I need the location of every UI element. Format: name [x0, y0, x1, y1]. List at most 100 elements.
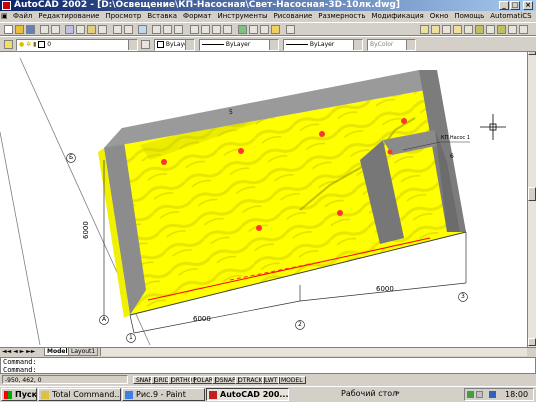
menu-dimension[interactable]: Размерность	[315, 11, 368, 22]
drawing-canvas[interactable]: 6000 6000 6000 А Б 2 3 1 КП Насос 1 5 6	[0, 47, 536, 347]
pan-icon[interactable]	[190, 25, 199, 34]
taskbar-item-paint[interactable]: Рис.9 - Paint	[122, 388, 205, 401]
hyperlink-icon[interactable]	[138, 25, 147, 34]
menu-help[interactable]: Помощь	[451, 11, 487, 22]
lamp-marker	[337, 210, 343, 216]
view-top-icon[interactable]	[453, 25, 462, 34]
window-title: AutoCAD 2002 - [D:\Освещение\КП-Насосная…	[14, 0, 400, 10]
lineweight-dropdown[interactable]: ByLayer	[283, 39, 363, 51]
clock[interactable]: 18:00	[505, 390, 528, 399]
redo-icon[interactable]	[124, 25, 133, 34]
desktop-toolbar-chevron-icon[interactable]: »	[395, 388, 400, 397]
linetype-value: ByLayer	[225, 41, 251, 48]
document-menu-icon[interactable]: ▣	[0, 11, 10, 22]
maximize-button[interactable]: □	[510, 1, 520, 10]
desktop-toolbar-label[interactable]: Рабочий стол	[341, 389, 397, 398]
wireframe-icon[interactable]	[442, 25, 451, 34]
chevron-down-icon	[406, 40, 415, 50]
layers-icon[interactable]	[4, 40, 13, 49]
command-history-line: Command:	[3, 358, 37, 366]
linetype-dropdown[interactable]: ByLayer	[199, 39, 279, 51]
menu-view[interactable]: Просмотр	[102, 11, 144, 22]
layer-color-swatch	[38, 41, 46, 48]
color-dropdown[interactable]: ByLayer	[154, 39, 195, 51]
otrack-toggle[interactable]: OTRACK	[235, 376, 266, 384]
design-center-icon[interactable]	[260, 25, 269, 34]
menu-insert[interactable]: Вставка	[144, 11, 180, 22]
tab-layout1[interactable]: Layout1	[68, 348, 99, 356]
layer-value: 0	[47, 41, 52, 48]
view-back-icon[interactable]	[508, 25, 517, 34]
match-properties-icon[interactable]	[98, 25, 107, 34]
model-toggle[interactable]: MODEL	[278, 376, 306, 384]
taskbar-item-label: AutoCAD 200...	[220, 390, 289, 399]
taskbar-item-total-commander[interactable]: Total Command...	[38, 388, 121, 401]
tray-app-icon[interactable]	[489, 391, 496, 398]
preview-icon[interactable]	[51, 25, 60, 34]
zoom-window-icon[interactable]	[212, 25, 221, 34]
menu-edit[interactable]: Редактирование	[35, 11, 102, 22]
properties-icon[interactable]	[249, 25, 258, 34]
horizontal-scrollbar[interactable]	[100, 348, 527, 356]
zoom-previous-icon[interactable]	[223, 25, 232, 34]
tab-nav-arrows[interactable]: ◄◄ ◄ ► ►►	[2, 348, 35, 355]
view-front-icon[interactable]	[464, 25, 473, 34]
make-current-layer-icon[interactable]	[141, 40, 150, 49]
lamp-marker	[387, 149, 393, 155]
shade-flat-icon[interactable]	[420, 25, 429, 34]
plotstyle-value: ByColor	[370, 41, 394, 48]
view-bottom-icon[interactable]	[519, 25, 528, 34]
scroll-down-button[interactable]	[528, 338, 536, 346]
3d-orbit-icon[interactable]	[238, 25, 247, 34]
equipment-label: КП Насос 1	[441, 135, 471, 141]
menu-modify[interactable]: Модификация	[368, 11, 426, 22]
view-iso-icon[interactable]	[475, 25, 484, 34]
vertical-scrollbar[interactable]	[527, 47, 536, 347]
chevron-down-icon	[353, 40, 362, 50]
tool-palette-icon[interactable]	[271, 25, 280, 34]
start-button[interactable]: Пуск	[1, 388, 37, 401]
dimension-text-right: 6000	[376, 285, 394, 293]
taskbar-item-label: Total Command...	[52, 390, 121, 399]
lamp-marker	[256, 225, 262, 231]
close-button[interactable]: ×	[523, 1, 533, 10]
ucs-icon[interactable]	[163, 25, 172, 34]
named-views-icon[interactable]	[174, 25, 183, 34]
building-outline-line	[0, 131, 41, 346]
view-left-icon[interactable]	[486, 25, 495, 34]
open-icon[interactable]	[15, 25, 24, 34]
new-icon[interactable]	[4, 25, 13, 34]
network-icon[interactable]	[467, 391, 474, 398]
save-icon[interactable]	[26, 25, 35, 34]
shade-gouraud-icon[interactable]	[431, 25, 440, 34]
properties-toolbar: ● ✲ ▮ 0 ByLayer ByLayer ByLayer ByColor	[0, 36, 536, 52]
snap-from-icon[interactable]	[152, 25, 161, 34]
menu-window[interactable]: Окно	[427, 11, 452, 22]
volume-icon[interactable]	[476, 391, 483, 398]
help-icon[interactable]	[286, 25, 295, 34]
paste-icon[interactable]	[87, 25, 96, 34]
bulb-icon: ●	[19, 41, 25, 48]
print-icon[interactable]	[40, 25, 49, 34]
command-window[interactable]: Command: Command:	[0, 357, 536, 374]
undo-icon[interactable]	[113, 25, 122, 34]
dimension-text-left: 6000	[82, 221, 90, 239]
menu-draw[interactable]: Рисование	[271, 11, 316, 22]
menu-automatics[interactable]: AutomatiCS	[487, 11, 534, 22]
plotstyle-dropdown[interactable]: ByColor	[367, 39, 416, 51]
scroll-thumb[interactable]	[528, 187, 536, 201]
menu-format[interactable]: Формат	[180, 11, 214, 22]
tab-model[interactable]: Model	[44, 348, 71, 356]
cut-icon[interactable]	[65, 25, 74, 34]
view-right-icon[interactable]	[497, 25, 506, 34]
minimize-button[interactable]: _	[499, 1, 509, 10]
chevron-down-icon	[269, 40, 278, 50]
menu-file[interactable]: Файл	[10, 11, 35, 22]
taskbar-item-autocad[interactable]: AutoCAD 200...	[206, 388, 289, 401]
command-prompt[interactable]: Command:	[3, 366, 535, 374]
zoom-realtime-icon[interactable]	[201, 25, 210, 34]
layer-dropdown[interactable]: ● ✲ ▮ 0	[16, 39, 138, 51]
menu-tools[interactable]: Инструменты	[214, 11, 270, 22]
autocad-app-icon[interactable]	[2, 1, 11, 10]
copy-icon[interactable]	[76, 25, 85, 34]
